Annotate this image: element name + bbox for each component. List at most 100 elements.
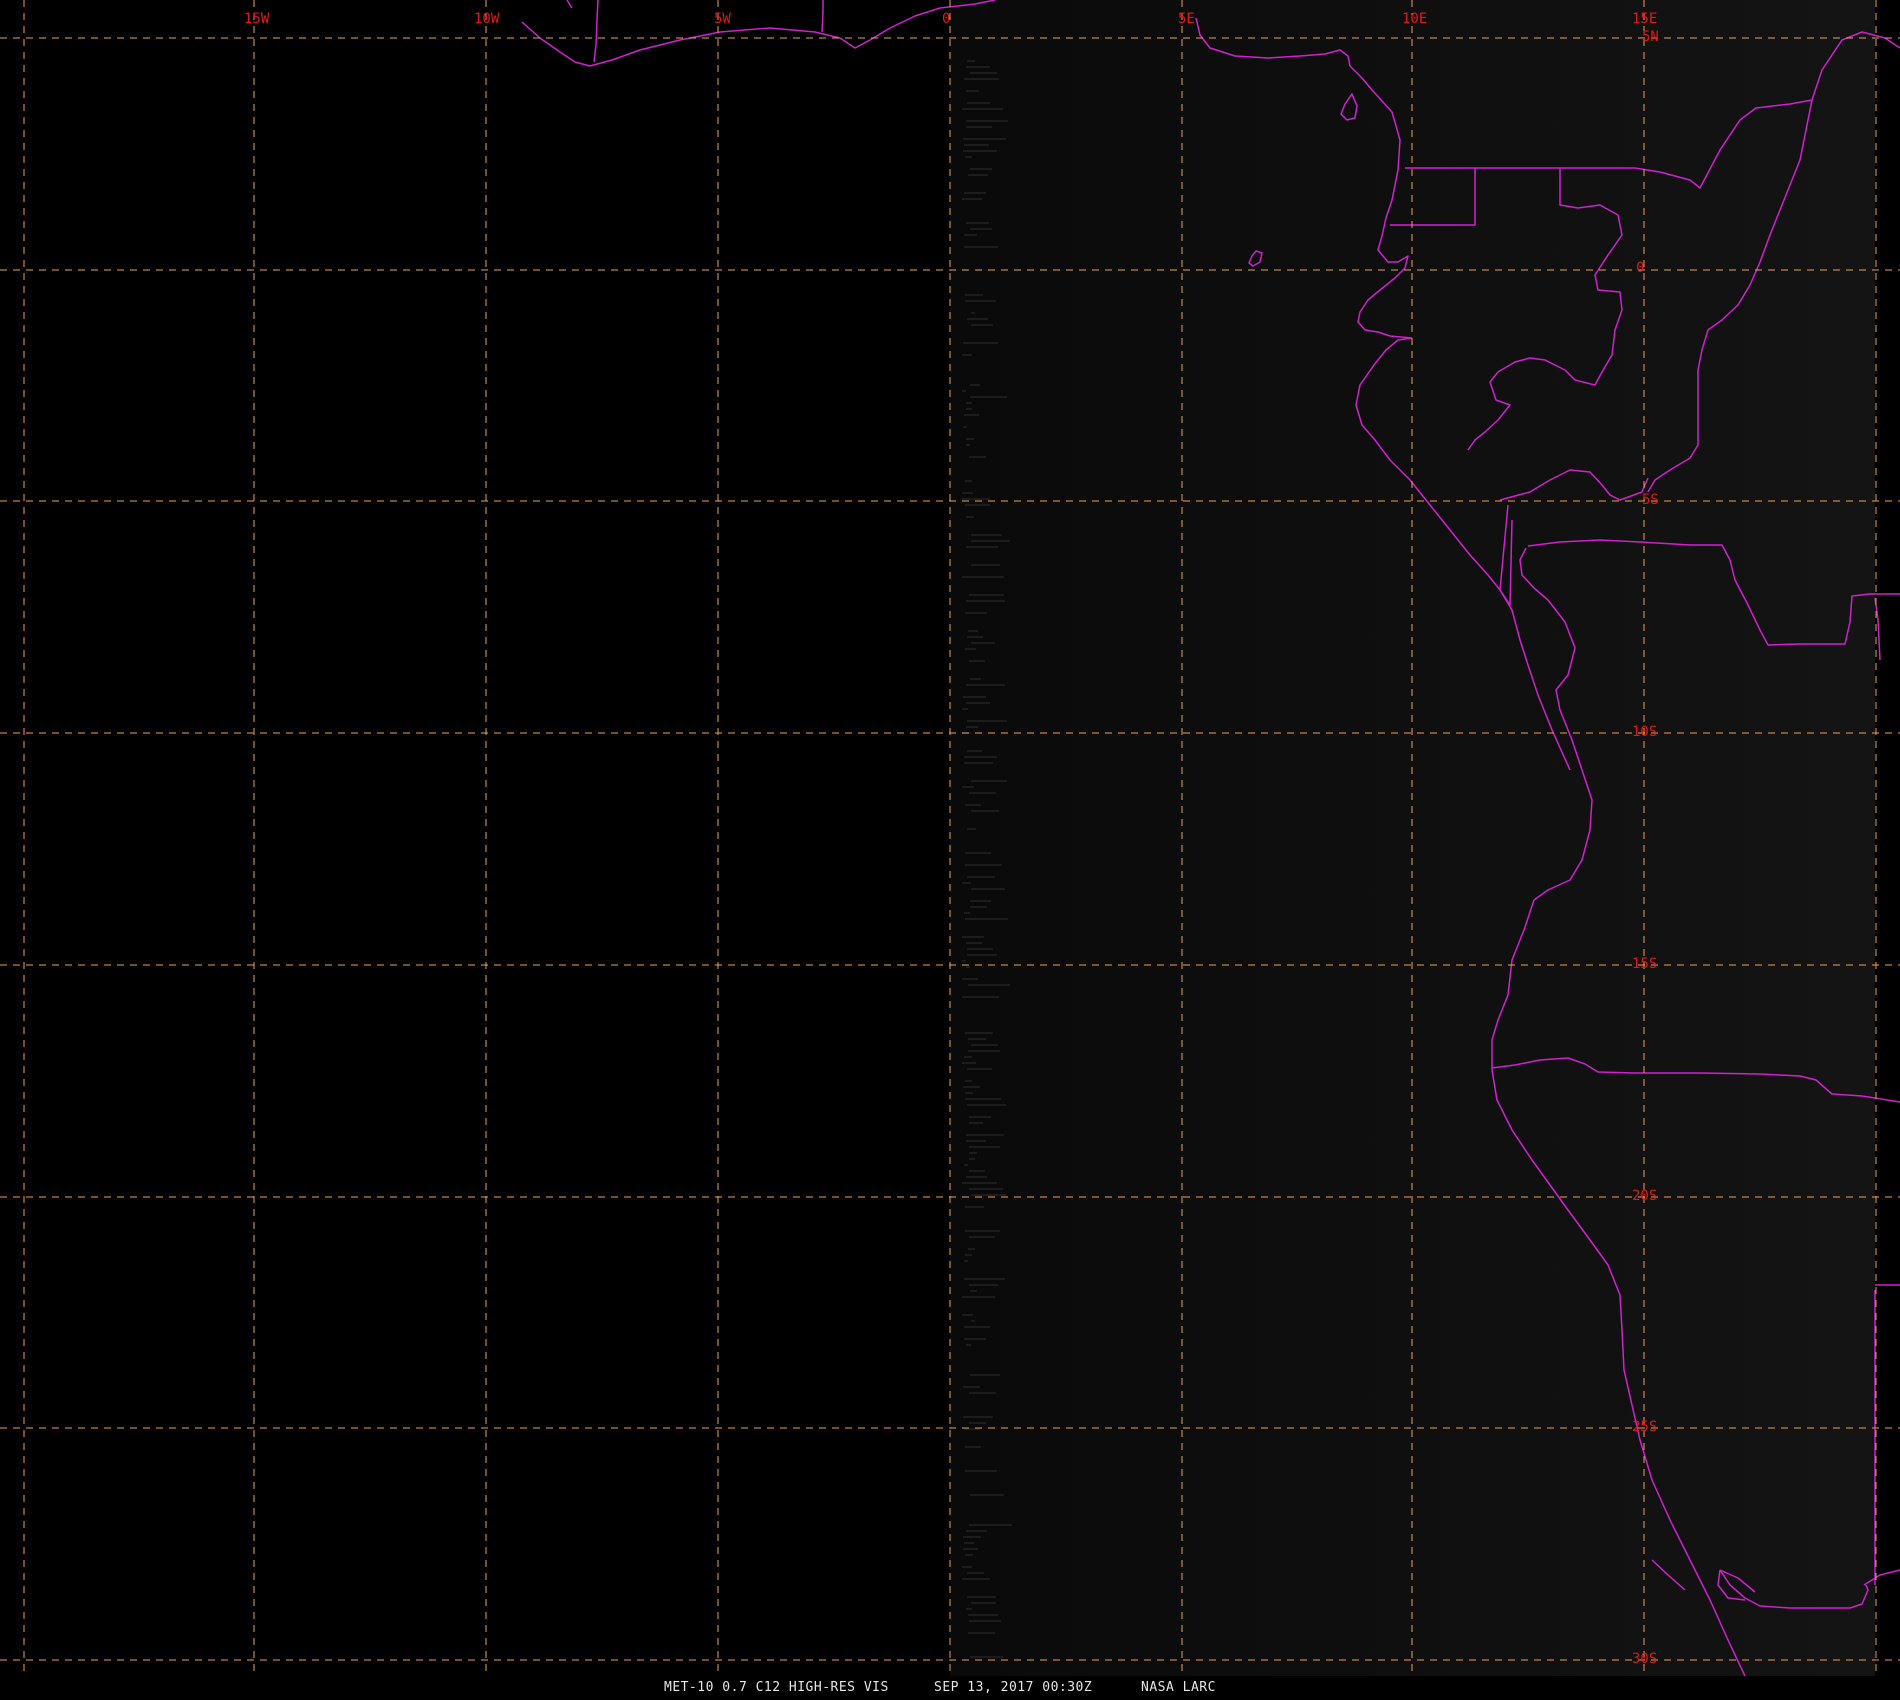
noise-streak — [969, 1392, 996, 1394]
noise-streak — [962, 978, 978, 980]
noise-streak — [971, 780, 1007, 782]
noise-streak — [970, 906, 987, 908]
noise-streak — [970, 1494, 1004, 1496]
noise-streak — [964, 1056, 972, 1058]
noise-streak — [971, 312, 975, 314]
noise-streak — [965, 1080, 972, 1082]
noise-streak — [966, 516, 974, 518]
noise-streak — [965, 1254, 972, 1256]
noise-streak — [963, 150, 997, 152]
noise-streak — [965, 1230, 1000, 1232]
noise-streak — [966, 438, 974, 440]
noise-streak — [963, 1536, 981, 1538]
noise-streak — [967, 636, 983, 638]
noise-streak — [965, 804, 981, 806]
west-africa-coast — [521, 0, 996, 67]
noise-streak — [966, 684, 1005, 686]
noise-streak — [962, 576, 1004, 578]
noise-streak — [971, 1044, 998, 1046]
noise-streak — [965, 612, 987, 614]
noise-streak — [966, 402, 972, 404]
noise-streak — [967, 948, 993, 950]
noise-streak — [962, 198, 982, 200]
noise-streak — [971, 1602, 996, 1604]
noise-streak — [969, 1236, 995, 1238]
noise-streak — [967, 1068, 992, 1070]
noise-streak — [962, 1062, 976, 1064]
noise-streak — [965, 156, 972, 158]
noise-streak — [969, 456, 986, 458]
lon-label-0: 0 — [942, 11, 950, 27]
noise-streak — [962, 1578, 990, 1580]
noise-streak — [971, 540, 1010, 542]
noise-streak — [963, 138, 1006, 140]
noise-streak — [965, 1446, 981, 1448]
lat-label-0: 0 — [1636, 260, 1644, 276]
product-label: MET-10 0.7 C12 HIGH-RES VIS — [664, 1680, 889, 1695]
noise-streak — [965, 648, 976, 650]
noise-streak — [969, 1620, 1001, 1622]
noise-streak — [970, 168, 992, 170]
noise-streak — [970, 1374, 1000, 1376]
noise-streak — [969, 1170, 985, 1172]
noise-streak — [969, 1188, 1003, 1190]
noise-streak — [968, 630, 978, 632]
noise-streak — [971, 324, 993, 326]
noise-streak — [964, 756, 997, 758]
noise-streak — [964, 1326, 990, 1328]
noise-streak — [967, 60, 975, 62]
noise-streak — [962, 708, 968, 710]
border-c — [566, 0, 573, 9]
noise-streak — [964, 912, 970, 914]
noise-streak — [970, 1290, 977, 1292]
noise-streak — [965, 918, 1008, 920]
status-bar: MET-10 0.7 C12 HIGH-RES VIS SEP 13, 2017… — [0, 1676, 1900, 1700]
noise-streak — [969, 1422, 986, 1424]
noise-streak — [969, 1284, 998, 1286]
noise-streak — [963, 426, 967, 428]
noise-streak — [967, 1596, 996, 1598]
noise-streak — [965, 1098, 1001, 1100]
noise-streak — [966, 1134, 1004, 1136]
noise-streak — [964, 144, 989, 146]
noise-streak — [967, 720, 1007, 722]
noise-streak — [971, 888, 1005, 890]
noise-streak — [962, 498, 990, 500]
noise-streak — [965, 480, 972, 482]
satellite-map: 15W 10W 5W 0 5E 10E 15E 5N 0 5S 10S 15S … — [0, 0, 1900, 1676]
noise-streak — [964, 1260, 968, 1262]
noise-streak — [971, 1194, 1006, 1196]
noise-streak — [967, 750, 982, 752]
source-label: NASA LARC — [1141, 1680, 1216, 1695]
lon-label-15e: 15E — [1632, 11, 1657, 27]
noise-streak — [965, 1470, 997, 1472]
border-b — [821, 0, 824, 33]
noise-streak — [968, 984, 1010, 986]
noise-streak — [966, 222, 989, 224]
noise-streak — [962, 390, 966, 392]
noise-streak — [969, 594, 1004, 596]
noise-streak — [966, 90, 979, 92]
noise-streak — [963, 1386, 980, 1388]
noise-streak — [969, 1122, 983, 1124]
noise-streak — [967, 1104, 1006, 1106]
lon-label-15w: 15W — [244, 11, 270, 27]
noise-streak — [964, 192, 986, 194]
noise-streak — [962, 108, 1003, 110]
noise-streak — [964, 234, 977, 236]
noise-streak — [965, 1554, 973, 1556]
noise-streak — [963, 696, 986, 698]
noise-streak — [966, 66, 990, 68]
noise-streak — [970, 72, 997, 74]
noise-streak — [968, 1248, 975, 1250]
noise-streak — [964, 414, 979, 416]
lat-label-10s: 10S — [1632, 724, 1657, 740]
noise-streak — [970, 678, 981, 680]
lat-label-20s: 20S — [1632, 1188, 1657, 1204]
noise-streak — [966, 600, 1005, 602]
noise-streak — [970, 384, 980, 386]
noise-streak — [966, 546, 998, 548]
noise-streak — [966, 1530, 987, 1532]
noise-streak — [965, 864, 1002, 866]
noise-streak — [967, 318, 988, 320]
